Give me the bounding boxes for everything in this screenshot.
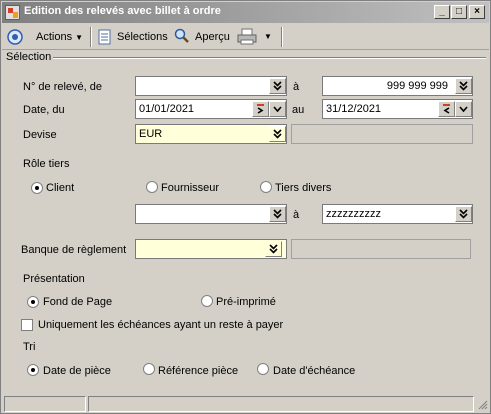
banque-label: Banque de règlement bbox=[21, 244, 127, 256]
double-chevron-down-icon bbox=[459, 81, 468, 91]
reste-a-payer-checkbox[interactable] bbox=[21, 319, 33, 331]
releve-label: N° de relevé, de bbox=[23, 81, 102, 93]
devise-description bbox=[291, 124, 473, 144]
toolbar-separator bbox=[281, 27, 283, 47]
devise-dropdown[interactable] bbox=[269, 126, 286, 142]
printer-dropdown-icon[interactable]: ▼ bbox=[264, 28, 272, 46]
toolbar: Actions ▼ Sélections Aperçu ▼ bbox=[2, 24, 489, 50]
tiers-to-field[interactable]: zzzzzzzzzz bbox=[322, 204, 473, 224]
releve-from-dropdown[interactable] bbox=[269, 78, 286, 94]
selection-section-title: Sélection bbox=[6, 51, 52, 63]
tiers-from-field[interactable] bbox=[135, 204, 287, 224]
double-chevron-down-icon bbox=[273, 209, 282, 219]
magnifier-icon bbox=[174, 28, 189, 43]
actions-menu[interactable]: Actions ▼ bbox=[36, 28, 83, 46]
date-to-calendar-button[interactable] bbox=[438, 101, 455, 117]
role-tiers-label: Rôle tiers bbox=[23, 158, 70, 170]
close-button[interactable]: × bbox=[469, 5, 485, 19]
presentation-label: Présentation bbox=[23, 273, 85, 285]
window-title: Edition des relevés avec billet à ordre bbox=[24, 5, 221, 17]
radio-date-echeance[interactable] bbox=[257, 363, 269, 375]
devise-label: Devise bbox=[23, 129, 57, 141]
radio-date-echeance-label: Date d'échéance bbox=[273, 365, 356, 377]
radio-date-de-piece-label: Date de pièce bbox=[43, 365, 111, 377]
radio-tiers-divers-label: Tiers divers bbox=[275, 182, 332, 194]
releve-to-field[interactable]: 999 999 999 bbox=[322, 76, 473, 96]
status-bar bbox=[2, 395, 489, 413]
tiers-from-dropdown[interactable] bbox=[269, 206, 286, 222]
releve-from-field[interactable]: 1 bbox=[135, 76, 287, 96]
document-icon bbox=[98, 29, 111, 45]
actions-label: Actions bbox=[36, 31, 73, 43]
radio-fournisseur[interactable] bbox=[146, 181, 158, 193]
date-label: Date, du bbox=[23, 104, 65, 116]
chevron-down-icon: ▼ bbox=[75, 33, 84, 42]
banque-description bbox=[291, 239, 471, 259]
releve-a-label: à bbox=[293, 81, 300, 93]
date-from-dropdown[interactable] bbox=[269, 101, 286, 117]
devise-field[interactable]: EUR bbox=[135, 124, 287, 144]
tiers-a-label: à bbox=[293, 209, 300, 221]
releve-to-dropdown[interactable] bbox=[455, 78, 472, 94]
radio-fond-de-page-label: Fond de Page bbox=[43, 296, 113, 308]
status-cell bbox=[4, 396, 86, 412]
date-au-label: au bbox=[292, 104, 305, 116]
radio-reference-piece[interactable] bbox=[143, 363, 155, 375]
printer-icon[interactable] bbox=[237, 28, 257, 46]
reste-a-payer-label: Uniquement les échéances ayant un reste … bbox=[38, 319, 284, 331]
app-icon bbox=[5, 5, 20, 20]
target-icon[interactable] bbox=[7, 29, 23, 45]
radio-client-label: Client bbox=[46, 182, 75, 194]
radio-fournisseur-label: Fournisseur bbox=[161, 182, 220, 194]
resize-grip-icon[interactable] bbox=[476, 398, 488, 410]
radio-pre-imprime-label: Pré-imprimé bbox=[216, 296, 276, 308]
double-chevron-down-icon bbox=[269, 244, 278, 254]
tiers-to-dropdown[interactable] bbox=[455, 206, 472, 222]
radio-pre-imprime[interactable] bbox=[201, 295, 213, 307]
banque-dropdown[interactable] bbox=[265, 241, 282, 257]
radio-reference-piece-label: Référence pièce bbox=[158, 365, 239, 377]
chevron-down-icon bbox=[459, 106, 468, 113]
radio-fond-de-page[interactable] bbox=[27, 296, 39, 308]
selections-button[interactable]: Sélections bbox=[117, 28, 168, 46]
apercu-button[interactable]: Aperçu bbox=[195, 28, 230, 46]
toolbar-separator bbox=[90, 27, 92, 47]
radio-tiers-divers[interactable] bbox=[260, 181, 272, 193]
calendar-arrow-right-icon bbox=[257, 104, 264, 114]
dialog-window: Edition des relevés avec billet à ordre … bbox=[0, 0, 491, 414]
status-cell bbox=[88, 396, 474, 412]
double-chevron-down-icon bbox=[459, 209, 468, 219]
date-to-dropdown[interactable] bbox=[455, 101, 472, 117]
title-bar[interactable]: Edition des relevés avec billet à ordre … bbox=[2, 2, 489, 23]
radio-client[interactable] bbox=[31, 182, 43, 194]
tri-label: Tri bbox=[23, 341, 36, 353]
maximize-button[interactable]: □ bbox=[451, 5, 467, 19]
minimize-button[interactable]: _ bbox=[434, 5, 450, 19]
section-divider bbox=[53, 57, 486, 59]
double-chevron-down-icon bbox=[273, 129, 282, 139]
radio-date-de-piece[interactable] bbox=[27, 364, 39, 376]
calendar-arrow-left-icon bbox=[443, 104, 450, 114]
chevron-down-icon bbox=[273, 106, 282, 113]
double-chevron-down-icon bbox=[273, 81, 282, 91]
date-from-calendar-button[interactable] bbox=[252, 101, 269, 117]
